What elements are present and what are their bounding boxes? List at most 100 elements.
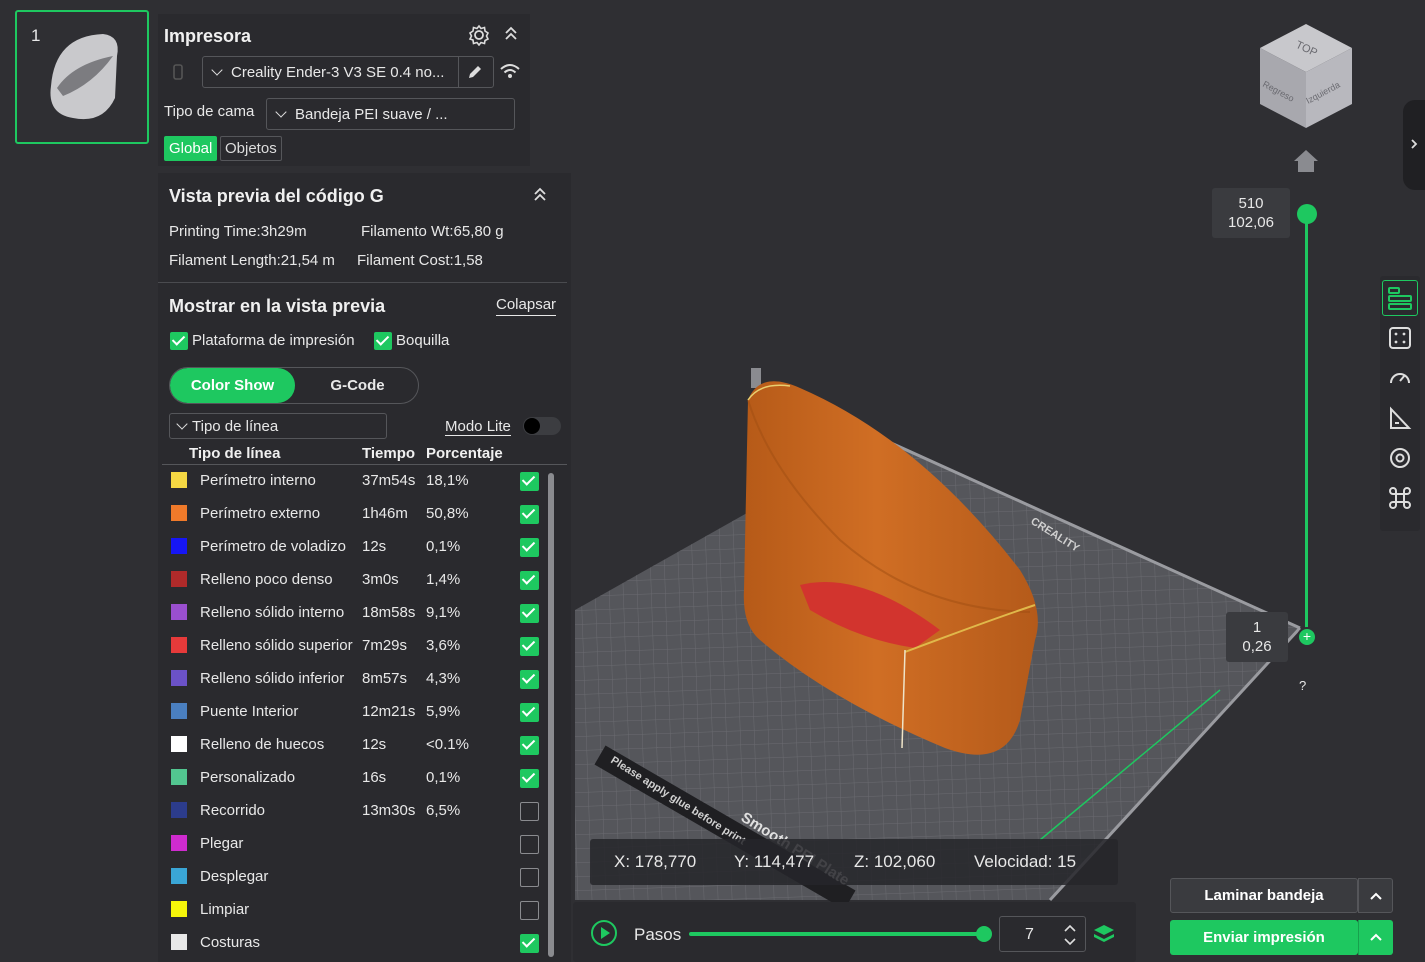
lite-mode-toggle[interactable] xyxy=(523,417,561,435)
line-type-checkbox[interactable] xyxy=(520,736,539,755)
line-type-percent: 0,1% xyxy=(426,769,461,786)
print-options-button[interactable] xyxy=(1358,920,1393,955)
play-icon[interactable] xyxy=(590,919,618,947)
layers-view-button[interactable] xyxy=(1382,280,1418,316)
filament-length: Filament Length:21,54 m xyxy=(169,252,335,269)
chevron-right-icon xyxy=(1411,139,1418,149)
line-type-name: Relleno sólido inferior xyxy=(200,670,345,687)
gcode-button[interactable]: G-Code xyxy=(295,368,418,403)
bed-type-select[interactable]: Bandeja PEI suave / ... xyxy=(266,98,515,130)
line-type-checkbox[interactable] xyxy=(520,835,539,854)
bottom-layer-label: 1 0,26 xyxy=(1226,612,1288,662)
nozzle-checkbox[interactable] xyxy=(374,332,392,350)
view-cube[interactable]: TOP Regreso Izquierda xyxy=(1258,22,1354,130)
line-type-name: Relleno poco denso xyxy=(200,571,333,588)
gcode-preview-title: Vista previa del código G xyxy=(169,186,384,206)
layer-bottom-handle[interactable]: + xyxy=(1297,627,1317,647)
line-type-checkbox[interactable] xyxy=(520,472,539,491)
line-type-checkbox[interactable] xyxy=(520,604,539,623)
layers-icon xyxy=(1388,287,1412,310)
printer-spool-icon xyxy=(173,64,183,80)
line-type-name: Perímetro de voladizo xyxy=(200,538,346,555)
column-header-time: Tiempo xyxy=(362,445,416,462)
lite-mode-label: Modo Lite xyxy=(445,418,511,436)
color-swatch xyxy=(171,703,187,719)
line-type-checkbox[interactable] xyxy=(520,703,539,722)
bottom-layer-number: 1 xyxy=(1252,619,1262,636)
line-type-checkbox[interactable] xyxy=(520,538,539,557)
collapse-up-icon[interactable] xyxy=(503,24,519,44)
measure-button[interactable] xyxy=(1382,400,1418,436)
filament-weight: Filamento Wt:65,80 g xyxy=(361,223,504,240)
line-type-checkbox[interactable] xyxy=(520,868,539,887)
help-icon[interactable]: ? xyxy=(1299,678,1306,693)
3d-viewport[interactable]: CREALITY Smooth PEI Plate Please apply g… xyxy=(0,0,1425,962)
line-type-time: 3m0s xyxy=(362,571,399,588)
steps-slider-handle[interactable] xyxy=(976,926,992,942)
top-layer-label: 510 102,06 xyxy=(1212,188,1290,238)
plate-thumbnail[interactable]: 1 xyxy=(15,10,149,144)
list-scrollbar[interactable] xyxy=(548,473,554,957)
line-type-name: Personalizado xyxy=(200,769,296,786)
slice-plate-button[interactable]: Laminar bandeja xyxy=(1170,878,1358,913)
line-type-checkbox[interactable] xyxy=(520,802,539,821)
color-swatch xyxy=(171,934,187,950)
bounding-box-button[interactable] xyxy=(1382,320,1418,356)
color-swatch xyxy=(171,769,187,785)
view-type-value: Tipo de línea xyxy=(192,417,279,435)
printer-select[interactable]: Creality Ender-3 V3 SE 0.4 no... xyxy=(202,56,494,88)
line-type-name: Plegar xyxy=(200,835,244,852)
line-type-row: Recorrido 13m30s 6,5% xyxy=(158,795,548,828)
collapse-link[interactable]: Colapsar xyxy=(496,296,557,316)
line-type-name: Relleno de huecos xyxy=(200,736,325,753)
line-type-checkbox[interactable] xyxy=(520,505,539,524)
plate-checkbox[interactable] xyxy=(170,332,188,350)
model-thumbnail-icon xyxy=(50,34,118,120)
chevron-up-icon xyxy=(1370,892,1382,900)
view-toolbar xyxy=(1380,276,1420,531)
send-print-button[interactable]: Enviar impresión xyxy=(1170,920,1358,955)
tab-global[interactable]: Global xyxy=(164,136,218,161)
slice-options-button[interactable] xyxy=(1358,878,1393,913)
line-type-checkbox[interactable] xyxy=(520,901,539,920)
bottom-layer-height: 0,26 xyxy=(1242,638,1272,655)
stepper-icon[interactable] xyxy=(1062,922,1078,948)
line-type-checkbox[interactable] xyxy=(520,571,539,590)
line-type-row: Plegar xyxy=(158,828,548,861)
line-type-row: Puente Interior 12m21s 5,9% xyxy=(158,696,548,729)
steps-slider-track[interactable] xyxy=(689,932,985,936)
wifi-icon[interactable] xyxy=(499,62,521,80)
gcode-preview-panel: Vista previa del código G Printing Time:… xyxy=(158,173,571,962)
speed-view-button[interactable] xyxy=(1382,360,1418,396)
line-type-checkbox[interactable] xyxy=(520,769,539,788)
line-type-time: 8m57s xyxy=(362,670,408,687)
line-type-percent: <0.1% xyxy=(426,736,469,753)
layers-stack-icon[interactable] xyxy=(1092,922,1116,946)
edit-pencil-icon[interactable] xyxy=(466,63,484,81)
layer-slider-track[interactable] xyxy=(1305,213,1308,637)
line-type-percent: 1,4% xyxy=(426,571,461,588)
tab-objects[interactable]: Objetos xyxy=(220,136,282,161)
plate-number: 1 xyxy=(31,26,41,45)
collapse-up-icon[interactable] xyxy=(532,185,548,205)
color-show-button[interactable]: Color Show xyxy=(170,368,295,403)
line-type-row: Limpiar xyxy=(158,894,548,927)
side-collapse-handle[interactable] xyxy=(1403,100,1425,190)
line-type-row: Costuras xyxy=(158,927,548,960)
home-icon[interactable] xyxy=(1292,148,1320,174)
color-swatch xyxy=(171,670,187,686)
line-type-checkbox[interactable] xyxy=(520,670,539,689)
layer-top-handle[interactable] xyxy=(1297,204,1317,224)
settings-gear-icon[interactable] xyxy=(468,24,490,46)
focus-button[interactable] xyxy=(1382,440,1418,476)
view-mode-switch: Color Show G-Code xyxy=(169,367,419,404)
command-button[interactable] xyxy=(1382,480,1418,516)
printer-panel: Impresora Creality Ender-3 V3 SE 0.4 no.… xyxy=(158,14,530,166)
steps-input[interactable]: 7 xyxy=(999,916,1086,952)
chevron-down-icon xyxy=(211,64,223,76)
line-type-checkbox[interactable] xyxy=(520,637,539,656)
line-type-checkbox[interactable] xyxy=(520,934,539,953)
view-type-select[interactable]: Tipo de línea xyxy=(169,413,387,439)
line-type-row: Perímetro de voladizo 12s 0,1% xyxy=(158,531,548,564)
speed-readout: Velocidad: 15 xyxy=(974,852,1077,871)
